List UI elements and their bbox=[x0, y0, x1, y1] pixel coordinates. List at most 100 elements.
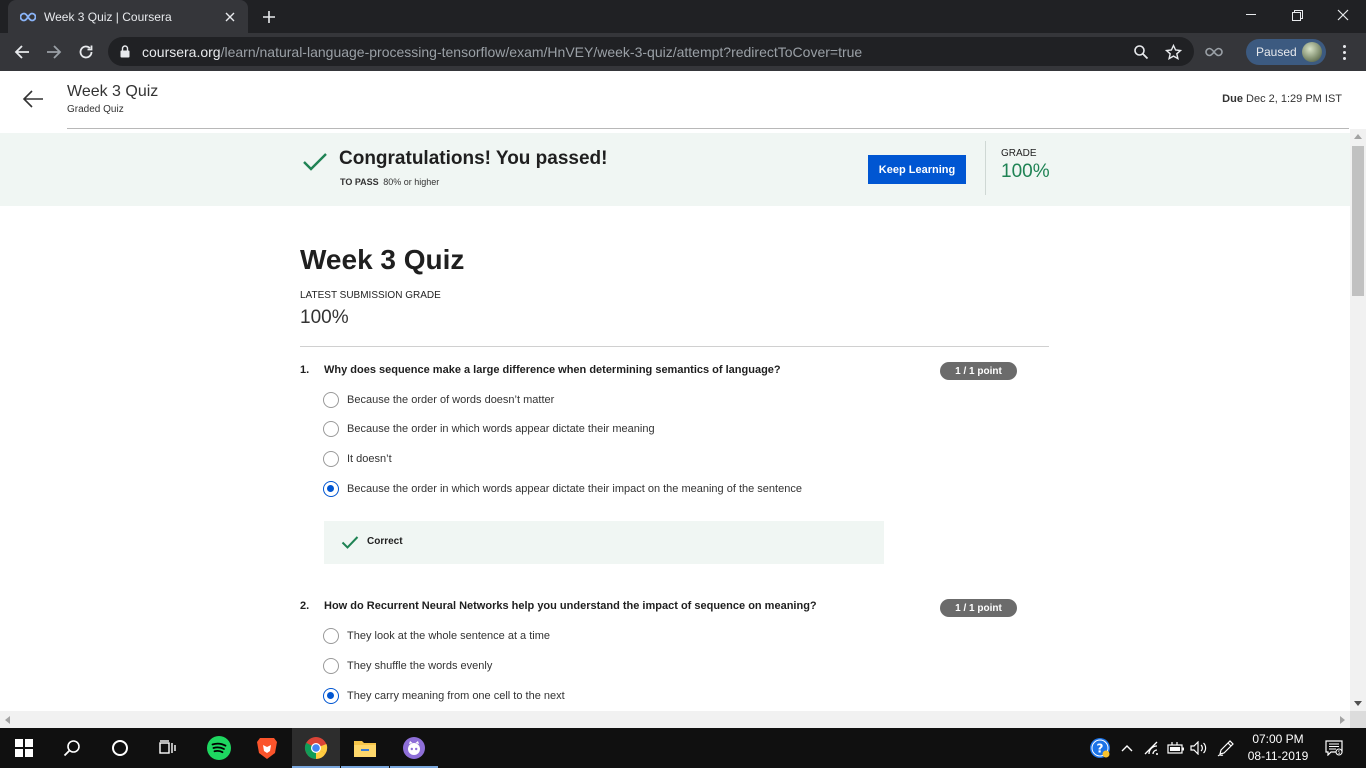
browser-tab-strip: Week 3 Quiz | Coursera bbox=[0, 0, 1366, 33]
scroll-right-icon[interactable] bbox=[1340, 716, 1345, 724]
tab-title: Week 3 Quiz | Coursera bbox=[44, 9, 172, 24]
latest-grade-label: LATEST SUBMISSION GRADE bbox=[300, 290, 441, 301]
answer-option[interactable]: It doesn’t bbox=[323, 450, 392, 468]
keep-learning-button[interactable]: Keep Learning bbox=[868, 155, 966, 184]
extension-infinity-icon[interactable] bbox=[1200, 38, 1228, 66]
browser-tab[interactable]: Week 3 Quiz | Coursera bbox=[8, 0, 248, 33]
windows-start-icon[interactable] bbox=[0, 728, 48, 768]
course-header: Week 3 Quiz Graded Quiz Due Dec 2, 1:29 … bbox=[0, 71, 1366, 129]
svg-text:?: ? bbox=[1097, 742, 1104, 756]
latest-grade-value: 100% bbox=[300, 307, 349, 328]
points-badge: 1 / 1 point bbox=[940, 362, 1017, 380]
due-value: Dec 2, 1:29 PM IST bbox=[1246, 93, 1342, 105]
pass-banner: Congratulations! You passed! TO PASS 80%… bbox=[0, 133, 1350, 206]
scrollbar-corner bbox=[1350, 711, 1366, 728]
scroll-down-icon[interactable] bbox=[1354, 701, 1362, 706]
radio-button-selected[interactable] bbox=[323, 481, 339, 497]
question-text: Why does sequence make a large differenc… bbox=[324, 364, 781, 376]
points-badge: 1 / 1 point bbox=[940, 599, 1017, 617]
page-subtitle: Graded Quiz bbox=[67, 104, 124, 115]
minimize-icon[interactable] bbox=[1228, 0, 1274, 30]
volume-icon[interactable] bbox=[1188, 728, 1210, 768]
feedback-text: Correct bbox=[367, 536, 403, 547]
tab-close-icon[interactable] bbox=[218, 5, 242, 29]
radio-button[interactable] bbox=[323, 421, 339, 437]
answer-option-selected[interactable]: Because the order in which words appear … bbox=[323, 480, 802, 498]
to-pass-value: 80% or higher bbox=[383, 177, 440, 187]
help-icon[interactable]: ? bbox=[1088, 728, 1112, 768]
divider bbox=[300, 346, 1049, 347]
battery-icon[interactable] bbox=[1165, 728, 1187, 768]
question-number: 1. bbox=[300, 364, 310, 376]
due-label: Due bbox=[1222, 93, 1243, 105]
address-bar[interactable]: coursera.org/learn/natural-language-proc… bbox=[108, 37, 1194, 66]
new-tab-icon[interactable] bbox=[258, 6, 280, 28]
feedback-box: Correct bbox=[324, 521, 884, 564]
to-pass-label: TO PASS bbox=[340, 177, 379, 187]
svg-text:5: 5 bbox=[1338, 750, 1341, 756]
radio-button[interactable] bbox=[323, 628, 339, 644]
brave-browser-icon[interactable] bbox=[243, 728, 291, 768]
profile-status-label: Paused bbox=[1256, 45, 1297, 59]
radio-button[interactable] bbox=[323, 658, 339, 674]
reload-icon[interactable] bbox=[72, 38, 100, 66]
option-label: It doesn’t bbox=[347, 453, 392, 465]
chrome-taskbar-icon[interactable] bbox=[292, 728, 340, 768]
grade-value: 100% bbox=[1001, 161, 1050, 182]
system-clock[interactable]: 07:00 PM 08-11-2019 bbox=[1240, 731, 1316, 765]
check-icon bbox=[341, 535, 359, 550]
answer-option-selected[interactable]: They carry meaning from one cell to the … bbox=[323, 687, 565, 705]
coursera-favicon-icon bbox=[20, 12, 36, 22]
radio-button-selected[interactable] bbox=[323, 688, 339, 704]
github-desktop-icon[interactable] bbox=[390, 728, 438, 768]
question-number: 2. bbox=[300, 600, 310, 612]
scroll-up-icon[interactable] bbox=[1354, 134, 1362, 139]
header-divider bbox=[67, 128, 1349, 129]
url-path: /learn/natural-language-processing-tenso… bbox=[220, 43, 863, 60]
browser-menu-icon[interactable] bbox=[1336, 43, 1352, 61]
radio-button[interactable] bbox=[323, 392, 339, 408]
answer-option[interactable]: Because the order of words doesn’t matte… bbox=[323, 391, 554, 409]
back-arrow-icon[interactable] bbox=[8, 38, 36, 66]
vertical-scrollbar[interactable] bbox=[1350, 129, 1366, 711]
radio-button[interactable] bbox=[323, 451, 339, 467]
banner-divider bbox=[985, 141, 986, 195]
check-icon bbox=[302, 151, 328, 173]
restore-icon[interactable] bbox=[1274, 0, 1320, 30]
quiz-title: Week 3 Quiz bbox=[300, 244, 465, 275]
clock-date: 08-11-2019 bbox=[1247, 749, 1309, 763]
browser-toolbar: coursera.org/learn/natural-language-proc… bbox=[0, 33, 1366, 71]
question-text: How do Recurrent Neural Networks help yo… bbox=[324, 600, 817, 612]
zoom-icon[interactable] bbox=[1132, 43, 1150, 61]
answer-option[interactable]: They shuffle the words evenly bbox=[323, 657, 492, 675]
option-label: Because the order in which words appear … bbox=[347, 423, 655, 435]
notifications-icon[interactable]: 5 bbox=[1322, 728, 1346, 768]
answer-option[interactable]: They look at the whole sentence at a tim… bbox=[323, 627, 550, 645]
answer-option[interactable]: Because the order in which words appear … bbox=[323, 420, 655, 438]
pen-icon[interactable] bbox=[1215, 728, 1237, 768]
chevron-up-icon[interactable] bbox=[1118, 728, 1136, 768]
windows-taskbar: ? 07:00 PM 08-11-2019 5 bbox=[0, 728, 1366, 768]
scroll-thumb[interactable] bbox=[1352, 146, 1364, 296]
pass-message: Congratulations! You passed! bbox=[339, 148, 608, 169]
task-view-icon[interactable] bbox=[144, 728, 192, 768]
file-explorer-icon[interactable] bbox=[341, 728, 389, 768]
avatar bbox=[1302, 42, 1322, 62]
scroll-left-icon[interactable] bbox=[5, 716, 10, 724]
profile-paused-button[interactable]: Paused bbox=[1246, 39, 1326, 65]
search-icon[interactable] bbox=[48, 728, 96, 768]
bookmark-star-icon[interactable] bbox=[1164, 43, 1182, 61]
horizontal-scrollbar[interactable] bbox=[0, 711, 1350, 728]
window-close-icon[interactable] bbox=[1320, 0, 1366, 30]
grade-label: GRADE bbox=[1001, 148, 1037, 159]
option-label: They shuffle the words evenly bbox=[347, 660, 493, 672]
page-title: Week 3 Quiz bbox=[67, 83, 159, 100]
spotify-icon[interactable] bbox=[195, 728, 243, 768]
option-label: They look at the whole sentence at a tim… bbox=[347, 630, 551, 642]
cortana-icon[interactable] bbox=[96, 728, 144, 768]
clock-time: 07:00 PM bbox=[1252, 732, 1304, 746]
wifi-icon[interactable] bbox=[1142, 728, 1164, 768]
to-pass-info: TO PASS 80% or higher bbox=[340, 177, 439, 187]
back-arrow-icon[interactable] bbox=[22, 89, 46, 111]
forward-arrow-icon[interactable] bbox=[40, 38, 68, 66]
